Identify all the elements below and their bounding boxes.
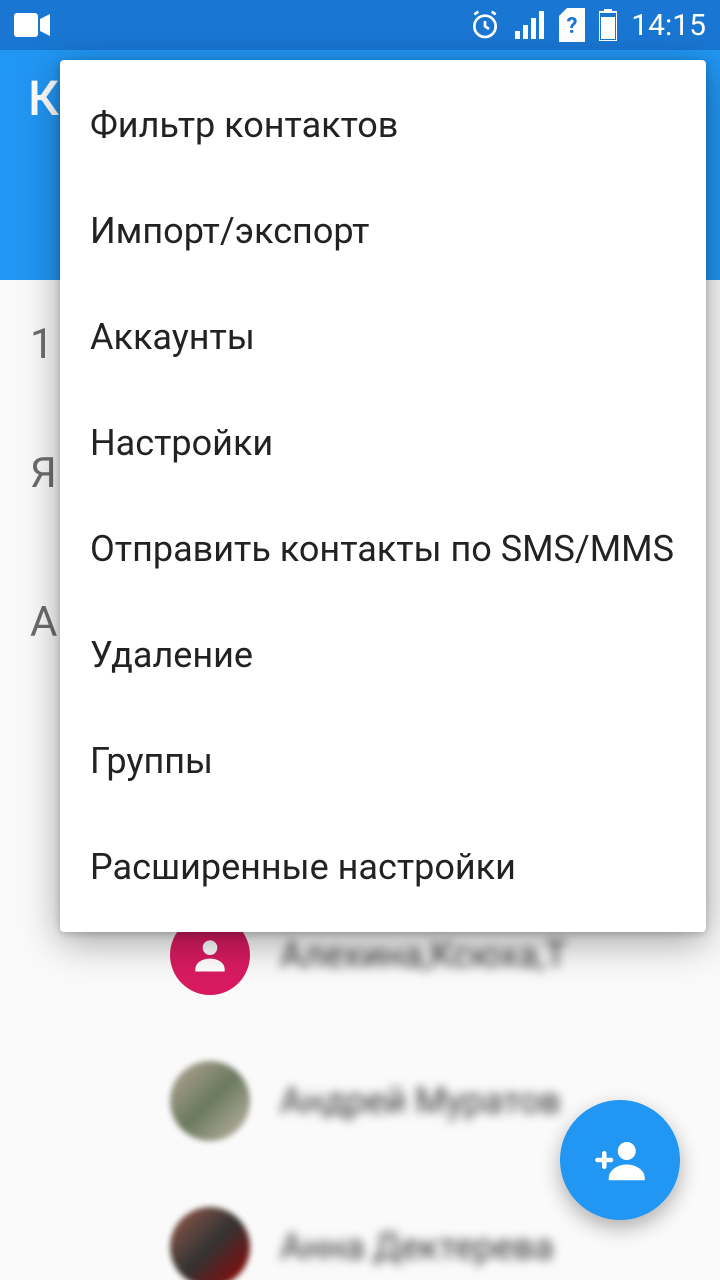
contact-name: Алехина,Ксюха,Т <box>280 934 566 976</box>
menu-item-import-export[interactable]: Импорт/экспорт <box>60 178 706 284</box>
video-camera-icon <box>14 13 50 37</box>
menu-item-groups[interactable]: Группы <box>60 708 706 814</box>
status-left <box>14 13 50 37</box>
screen-root: ? 14:15 К 1 Я А Алехина,Ксюха,Т Андрей М… <box>0 0 720 1280</box>
menu-item-accounts[interactable]: Аккаунты <box>60 284 706 390</box>
battery-icon <box>599 9 617 41</box>
add-contact-fab[interactable] <box>560 1100 680 1220</box>
add-person-icon <box>593 1133 647 1187</box>
menu-item-settings[interactable]: Настройки <box>60 390 706 496</box>
contact-name: Андрей Муратов <box>280 1080 561 1122</box>
svg-text:?: ? <box>567 14 578 39</box>
alarm-icon <box>469 9 501 41</box>
menu-item-send-contacts-sms[interactable]: Отправить контакты по SMS/MMS <box>60 496 706 602</box>
status-bar: ? 14:15 <box>0 0 720 50</box>
cellular-signal-icon <box>515 11 545 39</box>
sim-question-icon: ? <box>559 8 585 42</box>
overflow-menu: Фильтр контактов Импорт/экспорт Аккаунты… <box>60 60 706 932</box>
avatar <box>170 1207 250 1280</box>
avatar <box>170 1061 250 1141</box>
status-time: 14:15 <box>631 8 706 43</box>
menu-item-advanced-settings[interactable]: Расширенные настройки <box>60 814 706 920</box>
contact-name: Анна Дектерева <box>280 1226 554 1268</box>
menu-item-delete[interactable]: Удаление <box>60 602 706 708</box>
status-right: ? 14:15 <box>469 8 706 43</box>
menu-item-contact-filter[interactable]: Фильтр контактов <box>60 72 706 178</box>
